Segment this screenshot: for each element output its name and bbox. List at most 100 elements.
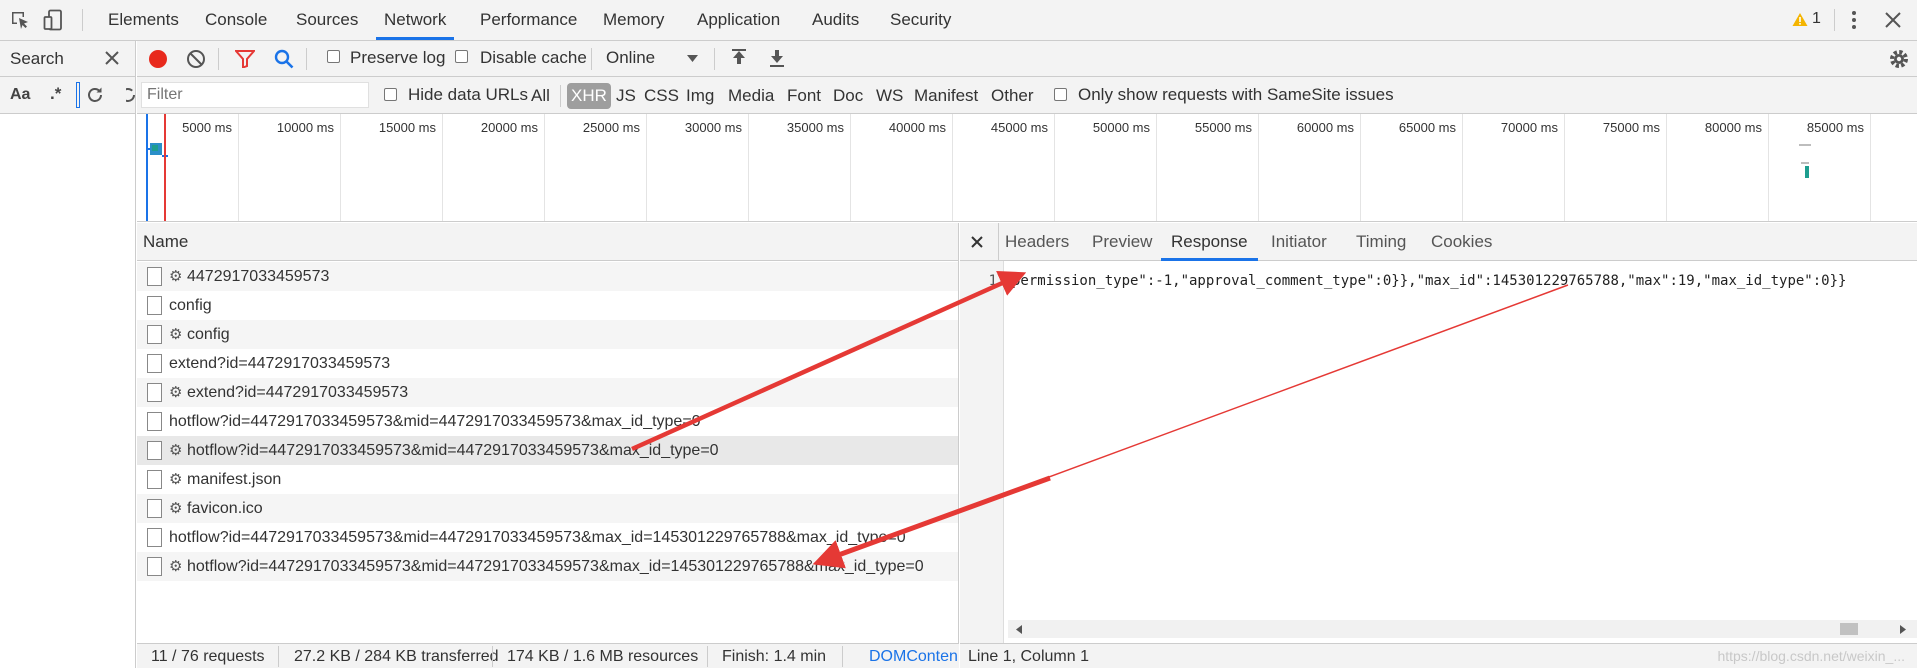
tab-preview[interactable]: Preview	[1092, 223, 1152, 261]
table-row[interactable]: config	[137, 291, 958, 320]
type-filter-css[interactable]: CSS	[644, 77, 679, 114]
table-row[interactable]: ⚙ hotflow?id=4472917033459573&mid=4472917…	[137, 552, 958, 581]
hide-data-urls-checkbox[interactable]	[384, 88, 397, 101]
request-name: extend?id=4472917033459573	[187, 384, 409, 401]
device-toolbar-icon[interactable]	[43, 9, 65, 31]
tab-initiator[interactable]: Initiator	[1271, 223, 1327, 261]
import-har-icon[interactable]	[731, 48, 747, 68]
tab-console[interactable]: Console	[205, 0, 267, 40]
table-row[interactable]: ⚙ manifest.json	[137, 465, 958, 494]
settings-gear-icon[interactable]	[1888, 48, 1910, 70]
chevron-down-icon[interactable]	[687, 55, 698, 63]
search-panel-title: Search	[10, 49, 64, 68]
tab-audits[interactable]: Audits	[812, 0, 859, 40]
filter-icon[interactable]	[235, 50, 255, 68]
close-details-icon[interactable]	[970, 235, 984, 249]
type-filter-manifest[interactable]: Manifest	[914, 77, 978, 114]
preserve-log-checkbox[interactable]	[327, 50, 340, 63]
overview-timeline[interactable]: 5000 ms 10000 ms 15000 ms 20000 ms 25000 ms 3…	[137, 114, 1917, 222]
tab-application[interactable]: Application	[697, 0, 780, 40]
network-toolbar: Preserve log Disable cache Online	[137, 41, 1917, 77]
disable-cache-checkbox[interactable]	[455, 50, 468, 63]
document-icon	[147, 470, 162, 489]
overview-tick-label: 15000 ms	[378, 120, 436, 135]
type-filter-all[interactable]: All	[531, 77, 550, 114]
document-icon	[147, 499, 162, 518]
clear-search-icon[interactable]	[126, 86, 136, 104]
type-filter-ws[interactable]: WS	[876, 77, 903, 114]
disable-cache-label[interactable]: Disable cache	[480, 48, 587, 68]
warning-icon[interactable]	[1792, 12, 1808, 27]
search-icon[interactable]	[274, 49, 294, 69]
throttling-select[interactable]: Online	[606, 48, 655, 68]
regex-button[interactable]: .*	[50, 84, 61, 104]
tab-memory[interactable]: Memory	[603, 0, 664, 40]
refresh-search-icon[interactable]	[86, 86, 104, 104]
document-icon	[147, 528, 162, 547]
type-filter-xhr[interactable]: XHR	[567, 83, 611, 109]
table-row[interactable]: ⚙ hotflow?id=4472917033459573&mid=4472917…	[137, 436, 958, 465]
type-filter-media[interactable]: Media	[728, 77, 774, 114]
overview-gridline	[238, 114, 239, 221]
type-filter-other[interactable]: Other	[991, 77, 1034, 114]
type-filter-doc[interactable]: Doc	[833, 77, 863, 114]
request-name: favicon.ico	[187, 500, 263, 517]
table-row[interactable]: hotflow?id=4472917033459573&mid=44729170…	[137, 523, 958, 552]
type-filter-js[interactable]: JS	[616, 77, 636, 114]
table-row[interactable]: extend?id=4472917033459573	[137, 349, 958, 378]
request-list: Name ⚙ 4472917033459573 config ⚙ config exten…	[137, 223, 959, 643]
type-filter-img[interactable]: Img	[686, 77, 714, 114]
warning-count[interactable]: 1	[1812, 10, 1821, 28]
tab-elements[interactable]: Elements	[108, 0, 179, 40]
tab-network[interactable]: Network	[376, 0, 455, 40]
response-body-text[interactable]: permission_type":-1,"approval_comment_ty…	[1012, 273, 1846, 289]
hide-data-urls-label[interactable]: Hide data URLs	[408, 85, 528, 105]
samesite-label[interactable]: Only show requests with SameSite issues	[1078, 85, 1394, 105]
table-row[interactable]: ⚙ 4472917033459573	[137, 262, 958, 291]
network-summary-bar: 11 / 76 requests 27.2 KB / 284 KB transf…	[137, 643, 959, 668]
finish-time: Finish: 1.4 min	[722, 648, 827, 665]
table-row[interactable]: ⚙ favicon.ico	[137, 494, 958, 523]
overview-tick-label: 75000 ms	[1602, 120, 1660, 135]
request-name: manifest.json	[187, 471, 282, 488]
clear-icon[interactable]	[186, 49, 206, 69]
document-icon	[147, 267, 162, 286]
type-filter-font[interactable]: Font	[787, 77, 821, 114]
tab-sources[interactable]: Sources	[296, 0, 358, 40]
watermark-text: https://blog.csdn.net/weixin_...	[1717, 648, 1905, 664]
name-column-header[interactable]: Name	[137, 223, 958, 261]
match-case-button[interactable]: Aa	[10, 86, 30, 104]
export-har-icon[interactable]	[769, 48, 785, 68]
horizontal-scrollbar[interactable]	[1008, 620, 1917, 638]
samesite-checkbox[interactable]	[1054, 88, 1067, 101]
domcontentloaded-time[interactable]: DOMConten	[869, 648, 958, 666]
inspect-element-icon[interactable]	[10, 10, 30, 30]
overview-gridline	[1564, 114, 1565, 221]
tab-security[interactable]: Security	[890, 0, 951, 40]
more-options-icon[interactable]	[1850, 10, 1858, 30]
overview-gridline	[1054, 114, 1055, 221]
table-row[interactable]: hotflow?id=4472917033459573&mid=44729170…	[137, 407, 958, 436]
table-row[interactable]: ⚙ config	[137, 320, 958, 349]
close-search-icon[interactable]	[104, 50, 120, 66]
scroll-thumb[interactable]	[1840, 623, 1858, 635]
tab-timing[interactable]: Timing	[1356, 223, 1406, 261]
overview-gridline	[442, 114, 443, 221]
tab-performance[interactable]: Performance	[480, 0, 577, 40]
record-button[interactable]	[148, 49, 168, 69]
table-row[interactable]: ⚙ extend?id=4472917033459573	[137, 378, 958, 407]
line-number-gutter: 1	[960, 261, 1004, 643]
scroll-left-icon[interactable]	[1016, 625, 1022, 634]
search-input-caret[interactable]	[76, 82, 80, 108]
tab-headers[interactable]: Headers	[1005, 223, 1069, 261]
preserve-log-label[interactable]: Preserve log	[350, 48, 445, 68]
tab-cookies[interactable]: Cookies	[1431, 223, 1492, 261]
filter-input[interactable]	[141, 82, 369, 108]
scroll-right-icon[interactable]	[1900, 625, 1906, 634]
overview-gridline	[952, 114, 953, 221]
request-name: hotflow?id=4472917033459573&mid=44729170…	[169, 413, 701, 430]
tab-response[interactable]: Response	[1161, 223, 1258, 261]
close-devtools-icon[interactable]	[1884, 11, 1902, 29]
overview-tick-label: 25000 ms	[582, 120, 640, 135]
details-status-bar: Line 1, Column 1 https://blog.csdn.net/w…	[960, 643, 1917, 668]
